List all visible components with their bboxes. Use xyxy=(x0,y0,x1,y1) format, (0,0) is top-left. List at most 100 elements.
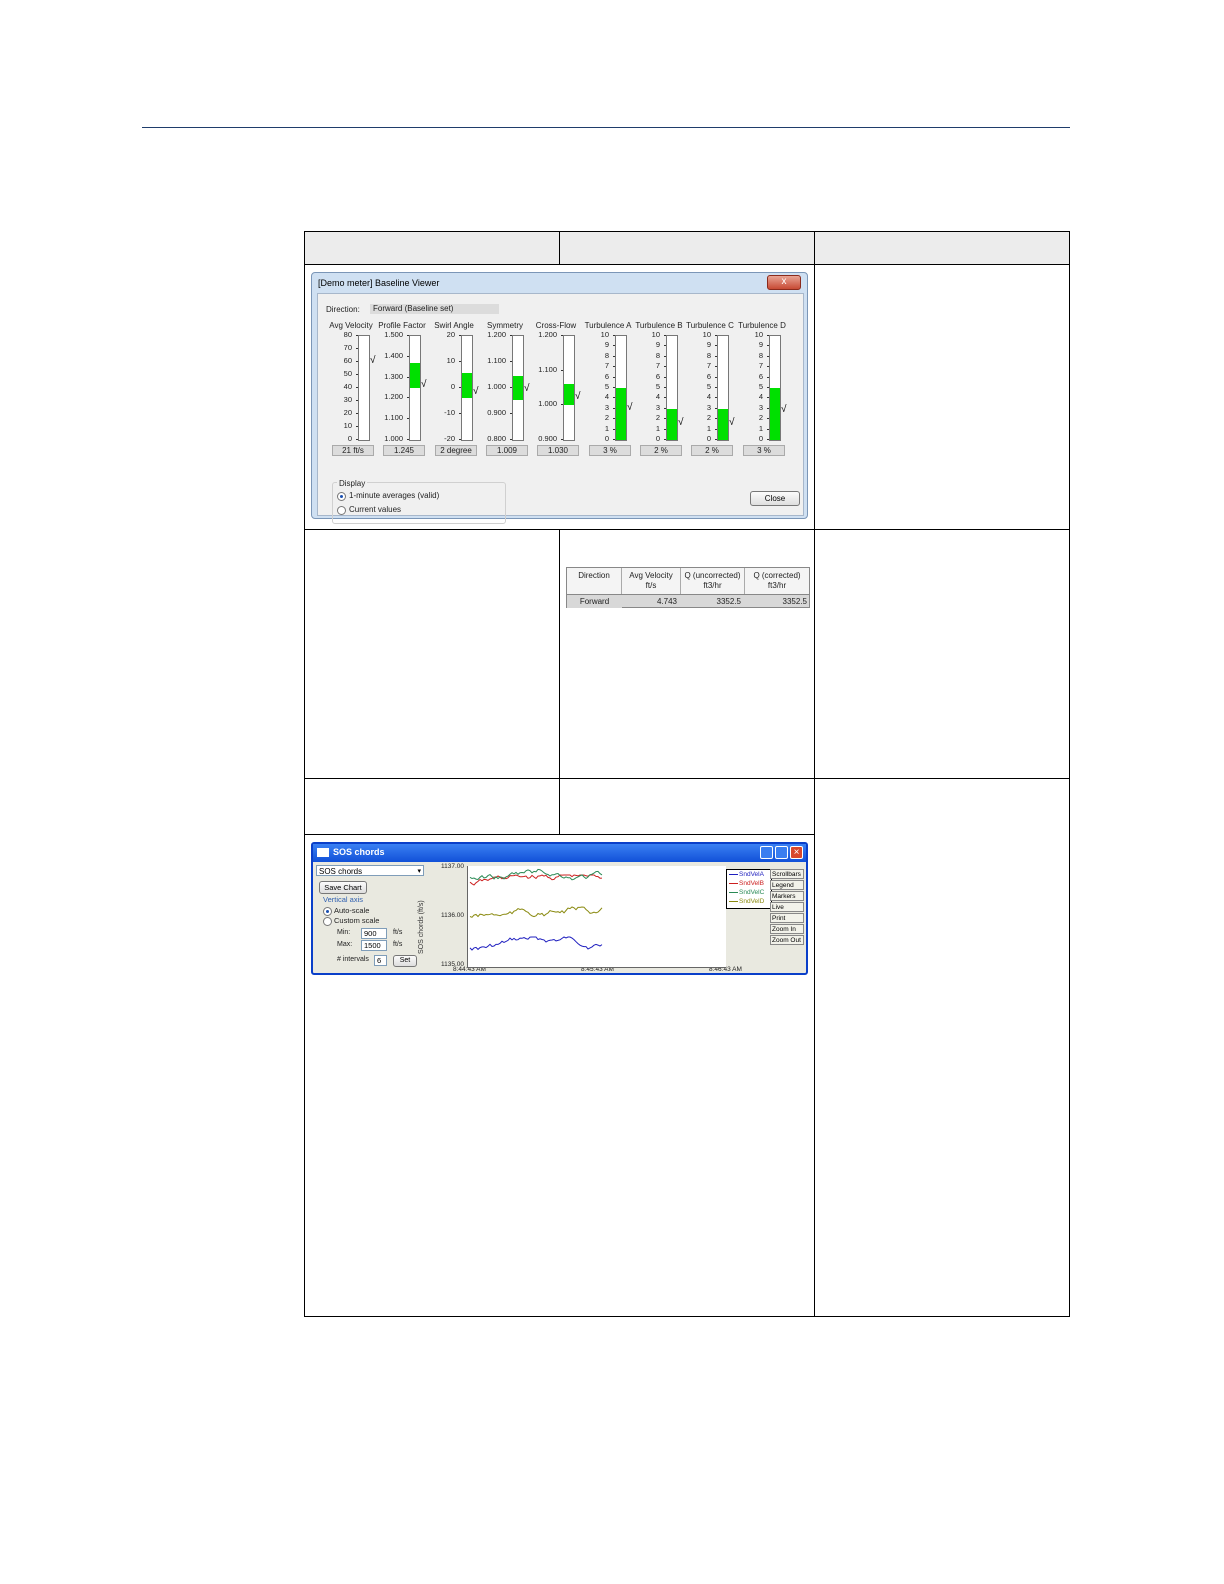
window-client-area: Direction: Forward (Baseline set) Avg Ve… xyxy=(317,293,804,524)
gauge-tick-label: 1.000 xyxy=(487,382,506,391)
print-button[interactable]: Print xyxy=(770,913,804,923)
legend-label: SndVelC xyxy=(739,889,765,896)
auto-scale-label: Auto-scale xyxy=(334,906,370,915)
gauge-tick-label: 1.100 xyxy=(487,356,506,365)
gauge-5: Turbulence A 10 9 8 7 6 5 4 3 2 1 0 √ 3 % xyxy=(583,321,633,459)
close-button[interactable]: Close xyxy=(750,491,800,506)
min-input[interactable]: 900 xyxy=(361,928,387,939)
gauge-value: 1.245 xyxy=(383,445,425,456)
gauge-tick-label: 20 xyxy=(343,408,352,417)
gauge-tick-label: 5 xyxy=(655,382,660,391)
markers-button[interactable]: Markers xyxy=(770,891,804,901)
legend-label: SndVelA xyxy=(739,871,764,878)
chart-selector[interactable]: SOS chords ▾ xyxy=(316,865,424,876)
gauge-tick-label: 8 xyxy=(655,350,660,360)
y-axis-label: SOS chords (ft/s) xyxy=(418,900,425,954)
gauge-tick-label: 0 xyxy=(450,382,455,391)
close-icon[interactable]: × xyxy=(790,846,803,859)
gauge-tick-label: 1.100 xyxy=(384,413,403,423)
max-input[interactable]: 1500 xyxy=(361,940,387,951)
gauge-6: Turbulence B 10 9 8 7 6 5 4 3 2 1 0 √ 2 % xyxy=(634,321,684,459)
gauge-tick-label: 3 xyxy=(604,402,609,412)
gauge-column xyxy=(512,335,524,441)
gauge-tick-label: 1 xyxy=(758,423,763,433)
intervals-input[interactable]: 6 xyxy=(374,955,387,966)
gauge-tick-label: 1.100 xyxy=(538,364,557,374)
set-button[interactable]: Set xyxy=(393,955,417,967)
gauge-8: Turbulence D 10 9 8 7 6 5 4 3 2 1 0 √ 3 % xyxy=(737,321,787,459)
gauge-tick-label: 0 xyxy=(347,434,352,443)
gauge-tick-label: 6 xyxy=(706,371,711,381)
window-close-button[interactable]: x xyxy=(767,275,801,290)
flow-cell-direction: Forward xyxy=(567,594,622,608)
legend-label: SndVelB xyxy=(739,880,764,887)
gauge-fill xyxy=(462,373,472,399)
gauge-tick-label: 5 xyxy=(706,382,711,391)
gauge-0: Avg Velocity 80 70 60 50 40 30 20 10 0 √ 21 ft/s xyxy=(326,321,376,459)
gauge-tick-label: 1 xyxy=(655,423,660,433)
gauge-1: Profile Factor 1.500 1.400 1.300 1.200 1.100 1… xyxy=(377,321,427,459)
live-button[interactable]: Live xyxy=(770,902,804,912)
gauge-tick-label: 6 xyxy=(758,371,763,381)
legend-button[interactable]: Legend xyxy=(770,880,804,890)
gauge-value: 21 ft/s xyxy=(332,445,374,456)
window-title: [Demo meter] Baseline Viewer xyxy=(318,278,440,288)
gauge-tick-label: 0 xyxy=(706,434,711,443)
radio-current-label: Current values xyxy=(349,505,402,514)
max-unit: ft/s xyxy=(393,941,403,948)
gauge-tick-label: 0.900 xyxy=(538,434,557,443)
gauge-tick-label: 0 xyxy=(758,434,763,443)
gauge-tick-label: 10 xyxy=(651,330,660,339)
chart-selector-value: SOS chords xyxy=(319,867,363,876)
gauge-tick-label: 10 xyxy=(343,421,352,430)
gauge-tick-label: 2 xyxy=(758,413,763,423)
gauge-tick-label: 40 xyxy=(343,382,352,391)
gauge-value: 2 % xyxy=(691,445,733,456)
y-tick-mid: 1136.00 xyxy=(441,912,465,919)
table-header-row xyxy=(305,232,1069,264)
zoom-out-button[interactable]: Zoom Out xyxy=(770,935,804,945)
save-chart-button[interactable]: Save Chart xyxy=(319,881,367,894)
sos-window-title: SOS chords xyxy=(333,847,385,857)
y-tick-top: 1137.00 xyxy=(441,863,465,870)
radio-current-values[interactable] xyxy=(337,506,346,515)
gauge-tick-label: 1.000 xyxy=(538,399,557,409)
gauge-column xyxy=(666,335,678,441)
custom-scale-label: Custom scale xyxy=(334,916,380,925)
zoom-in-button[interactable]: Zoom In xyxy=(770,924,804,934)
gauge-fill xyxy=(410,363,420,388)
gauge-marker-icon: √ xyxy=(781,403,787,415)
gauge-tick-label: 8 xyxy=(604,350,609,360)
sos-series-line-3 xyxy=(469,906,603,918)
gauge-tick-label: 9 xyxy=(758,340,763,350)
gauge-tick-label: 60 xyxy=(343,356,352,365)
gauge-value: 2 % xyxy=(640,445,682,456)
gauge-column xyxy=(409,335,421,441)
gauge-fill xyxy=(718,408,728,440)
radio-auto-scale[interactable] xyxy=(323,907,332,916)
flow-cell-q-uncorrected: 3352.5 xyxy=(681,594,745,607)
gauge-tick-label: 4 xyxy=(655,392,660,402)
scrollbars-button[interactable]: Scrollbars xyxy=(770,869,804,879)
gauge-marker-icon: √ xyxy=(524,383,530,395)
gauge-tick-label: 3 xyxy=(706,402,711,412)
flow-header-direction: Direction xyxy=(567,568,622,594)
gauge-tick-label: 50 xyxy=(343,369,352,378)
gauge-tick-label: 0.900 xyxy=(487,408,506,417)
sos-series-line-1 xyxy=(469,874,603,886)
sos-chords-window: SOS chords × SOS chords ▾ Save Chart Vert… xyxy=(311,842,808,975)
radio-minute-averages[interactable] xyxy=(337,492,346,501)
gauge-column xyxy=(563,335,575,441)
radio-custom-scale[interactable] xyxy=(323,917,332,926)
legend-item-c: SndVelC xyxy=(729,889,764,896)
maximize-icon[interactable] xyxy=(775,846,788,859)
display-group-label: Display xyxy=(337,479,368,488)
page-top-rule xyxy=(142,127,1070,128)
flow-header-q-uncorrected: Q (uncorrected) ft3/hr xyxy=(681,568,745,594)
minimize-icon[interactable] xyxy=(760,846,773,859)
gauge-tick-label: 4 xyxy=(706,392,711,402)
app-icon xyxy=(317,848,329,857)
gauge-value: 3 % xyxy=(743,445,785,456)
gauge-tick-label: 8 xyxy=(706,350,711,360)
gauge-tick-label: 1 xyxy=(706,423,711,433)
